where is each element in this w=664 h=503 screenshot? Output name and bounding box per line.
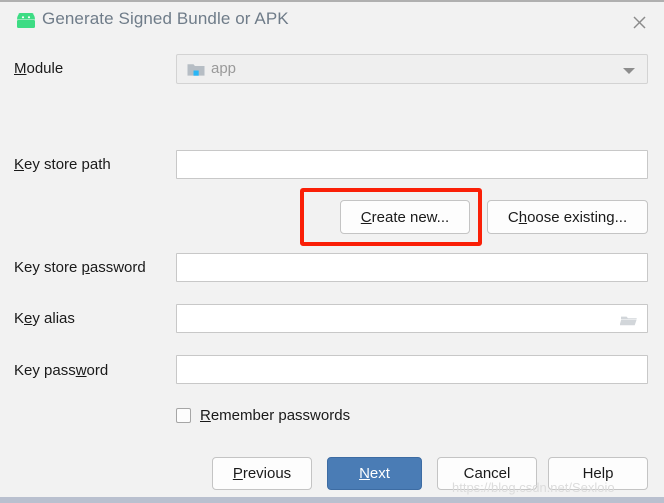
- remember-passwords-label: Remember passwords: [200, 406, 351, 424]
- dialog-title: Generate Signed Bundle or APK: [42, 9, 289, 28]
- key-alias-label: Key alias: [14, 310, 75, 327]
- folder-browse-icon[interactable]: [619, 313, 638, 327]
- cancel-button[interactable]: Cancel: [437, 457, 537, 490]
- previous-button[interactable]: Previous: [212, 457, 312, 490]
- module-selected-value: app: [211, 60, 237, 77]
- dialog-titlebar: Generate Signed Bundle or APK: [0, 2, 664, 40]
- choose-existing-button[interactable]: Choose existing...: [487, 200, 648, 234]
- create-new-button[interactable]: Create new...: [340, 200, 470, 234]
- key-password-input[interactable]: [176, 355, 648, 384]
- module-label: Module: [14, 60, 64, 77]
- key-store-path-input[interactable]: [176, 150, 648, 179]
- next-button[interactable]: Next: [327, 457, 422, 490]
- close-icon[interactable]: [626, 10, 652, 34]
- bottom-strip: [0, 497, 664, 503]
- key-store-password-label: Key store password: [14, 259, 146, 276]
- key-store-password-input[interactable]: [176, 253, 648, 282]
- key-store-path-label: Key store path: [14, 156, 111, 173]
- checkbox-box-icon[interactable]: [176, 407, 191, 423]
- module-folder-icon: [187, 62, 205, 77]
- remember-passwords-checkbox[interactable]: Remember passwords: [176, 405, 350, 425]
- module-combobox[interactable]: app: [176, 54, 648, 84]
- key-alias-input[interactable]: [176, 304, 648, 333]
- key-password-label: Key password: [14, 362, 109, 379]
- generate-signed-bundle-dialog: Generate Signed Bundle or APK Module app…: [0, 0, 664, 503]
- android-robot-icon: [14, 10, 38, 30]
- chevron-down-icon[interactable]: [623, 68, 635, 74]
- help-button[interactable]: Help: [548, 457, 648, 490]
